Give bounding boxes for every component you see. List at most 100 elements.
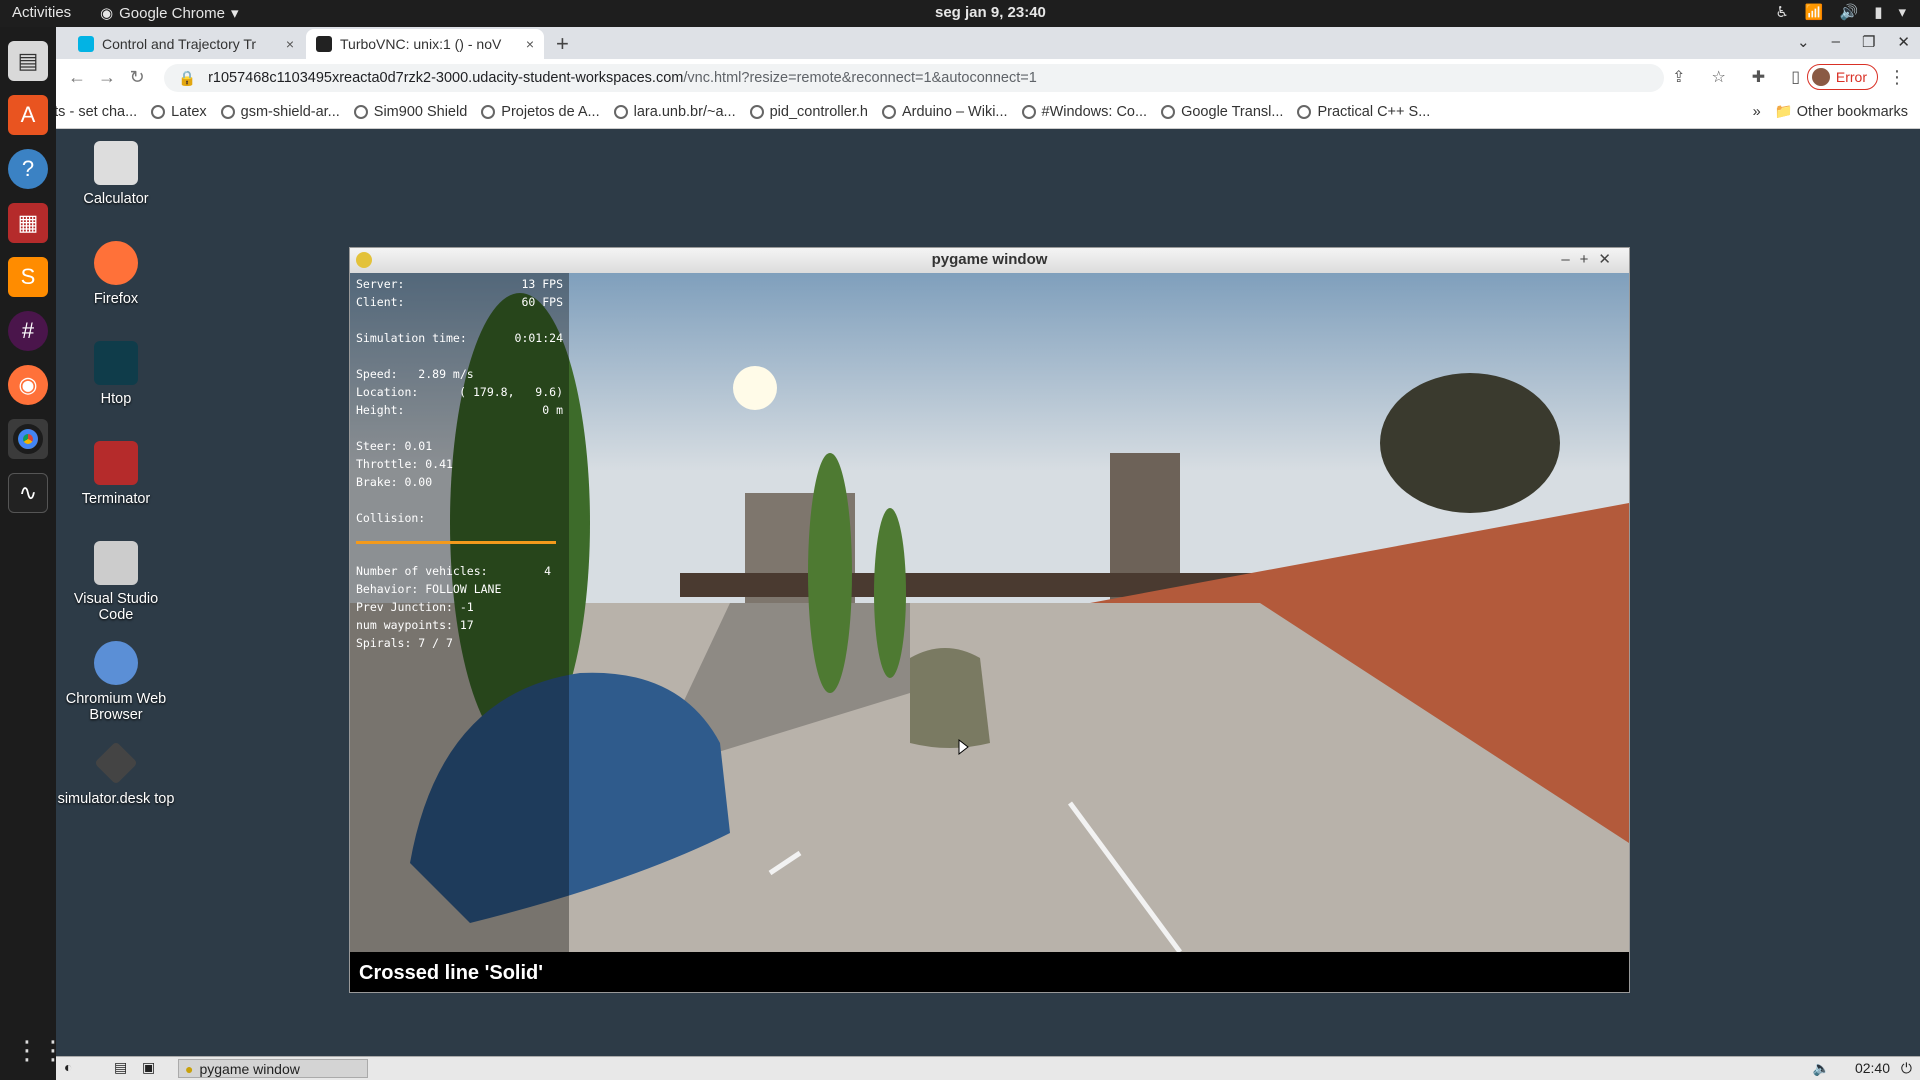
bookmark-icon — [613, 104, 628, 119]
app-menu[interactable]: ◉ Google Chrome ▾ — [100, 4, 239, 23]
behavior: Behavior: FOLLOW LANE — [356, 582, 502, 596]
terminator-icon[interactable]: ▦ — [8, 203, 48, 243]
tab-turbovnc[interactable]: TurboVNC: unix:1 () - noV × — [306, 29, 544, 59]
toolbar: ← → ↻ 🔒 r1057468c1103495xreacta0d7rzk2-30… — [0, 59, 1920, 95]
close-icon[interactable]: × — [526, 36, 534, 52]
server-fps: 13 FPS — [521, 277, 563, 291]
bookmark-item[interactable]: lara.unb.br/~a... — [613, 104, 736, 120]
file-manager-icon[interactable]: ▤ — [114, 1059, 127, 1076]
close-icon[interactable]: × — [286, 36, 294, 52]
desktop-icon-simulator[interactable]: simulator.desk top — [56, 741, 176, 807]
firefox-icon[interactable]: ◉ — [8, 365, 48, 405]
close-icon[interactable]: ✕ — [1897, 33, 1910, 51]
new-tab-button[interactable]: + — [556, 31, 569, 57]
slack-icon[interactable]: # — [8, 311, 48, 351]
desktop-icon-vscode[interactable]: Visual Studio Code — [56, 541, 176, 623]
bookmark-item[interactable]: gsm-shield-ar... — [220, 104, 340, 120]
calculator-icon — [94, 141, 138, 185]
bookmark-icon — [151, 104, 166, 119]
sublime-icon[interactable]: S — [8, 257, 48, 297]
app-menu-label: Google Chrome — [119, 4, 225, 22]
udacity-icon — [78, 36, 94, 52]
volume-icon[interactable]: 🔊 — [1840, 3, 1859, 21]
htop-icon — [94, 341, 138, 385]
extensions-icon[interactable]: ✚ — [1752, 67, 1765, 87]
sun — [733, 366, 777, 410]
desktop-icon-htop[interactable]: Htop — [56, 341, 176, 407]
power-icon[interactable]: ⏻ — [1901, 1060, 1912, 1077]
address-bar[interactable]: 🔒 r1057468c1103495xreacta0d7rzk2-3000.uda… — [164, 64, 1664, 92]
bookmarks-overflow: » 📁 Other bookmarks — [1753, 103, 1908, 121]
lead-vehicle — [910, 648, 990, 748]
start-icon[interactable]: ◐ — [64, 1059, 72, 1075]
gear-icon — [94, 541, 138, 585]
back-icon[interactable]: ← — [62, 67, 92, 88]
chevron-down-icon: ▾ — [230, 5, 239, 22]
share-icon[interactable]: ⇪ — [1672, 67, 1685, 87]
battery-icon[interactable]: ▮ — [1874, 3, 1882, 21]
steer: Steer: 0.01 — [356, 439, 433, 453]
tab-label: TurboVNC: unix:1 () - noV — [340, 36, 502, 52]
help-icon[interactable]: ? — [8, 149, 48, 189]
bookmarks-bar: fonts - set cha... Latex gsm-shield-ar..… — [0, 95, 1920, 129]
location: ( 179.8, 9.6) — [459, 385, 563, 399]
collision-label: Collision: — [356, 511, 426, 525]
desktop-icon[interactable]: ▣ — [142, 1059, 155, 1076]
pygame-window[interactable]: pygame window –+✕ Server: 13 FPS Client: 60… — [349, 247, 1630, 993]
tab-strip: Control and Trajectory Tr × TurboVNC: uni… — [0, 27, 1920, 59]
accessibility-icon[interactable]: ♿ — [1775, 3, 1788, 21]
star-icon[interactable]: ☆ — [1711, 67, 1725, 87]
lock-icon[interactable]: 🔒 — [178, 70, 196, 87]
desktop-icon-terminator[interactable]: Terminator — [56, 441, 176, 507]
volume-icon[interactable]: 🔈 — [1813, 1060, 1830, 1077]
bookmark-item[interactable]: #Windows: Co... — [1021, 104, 1147, 120]
gnome-top-bar: Activities ◉ Google Chrome ▾ seg jan 9, 23… — [0, 0, 1920, 27]
bookmark-item[interactable]: Practical C++ S... — [1297, 104, 1430, 120]
reload-icon[interactable]: ↻ — [122, 67, 152, 88]
files-icon[interactable]: ▤ — [8, 41, 48, 81]
forward-icon[interactable]: → — [92, 67, 122, 88]
bookmark-icon — [220, 104, 235, 119]
simulation-view[interactable]: Server: 13 FPS Client: 60 FPS Simulation t… — [350, 273, 1629, 952]
window-titlebar[interactable]: pygame window –+✕ — [350, 248, 1629, 273]
desktop-icon-chromium[interactable]: Chromium Web Browser — [56, 641, 176, 723]
chrome-icon[interactable] — [8, 419, 48, 459]
activities-button[interactable]: Activities — [12, 4, 71, 21]
side-panel-icon[interactable]: ▯ — [1791, 67, 1800, 87]
bookmark-icon — [1297, 104, 1312, 119]
minimize-icon[interactable]: – — [1832, 33, 1840, 51]
restore-icon[interactable]: ❐ — [1862, 33, 1875, 51]
chevron-down-icon[interactable]: ▾ — [1898, 3, 1906, 21]
other-bookmarks[interactable]: 📁 Other bookmarks — [1775, 103, 1908, 120]
menu-icon[interactable]: ⋮ — [1888, 67, 1906, 88]
spirals: Spirals: 7 / 7 — [356, 636, 453, 650]
avatar — [1811, 68, 1830, 86]
bookmark-item[interactable]: pid_controller.h — [749, 104, 868, 120]
bookmark-item[interactable]: Latex — [151, 104, 207, 120]
notification-bar: Crossed line 'Solid' — [350, 952, 1629, 992]
software-center-icon[interactable]: A — [8, 95, 48, 135]
wifi-icon[interactable]: 📶 — [1805, 3, 1824, 21]
vnc-taskbar: ◐ ▤ ▣ ● pygame window 🔈 02:40 ⏻ — [56, 1056, 1920, 1080]
speed: Speed: 2.89 m/s — [356, 367, 474, 381]
bookmark-item[interactable]: Sim900 Shield — [353, 104, 467, 120]
bookmark-item[interactable]: Projetos de A... — [481, 104, 600, 120]
desktop-icon-calculator[interactable]: Calculator — [56, 141, 176, 207]
chevron-right-icon[interactable]: » — [1753, 104, 1761, 120]
tree — [874, 508, 906, 678]
simulation-time: 0:01:24 — [514, 331, 563, 345]
window-controls[interactable]: –+✕ — [1561, 248, 1621, 272]
bookmark-item[interactable]: Arduino – Wiki... — [881, 104, 1008, 120]
bookmark-item[interactable]: Google Transl... — [1161, 104, 1283, 120]
desktop-icon-firefox[interactable]: Firefox — [56, 241, 176, 307]
taskbar-item-pygame[interactable]: ● pygame window — [178, 1059, 368, 1078]
window-controls: ⌄ – ❐ ✕ — [1797, 33, 1910, 51]
tab-search-icon[interactable]: ⌄ — [1797, 33, 1810, 51]
clock[interactable]: seg jan 9, 23:40 — [935, 4, 1046, 21]
taskbar-clock[interactable]: 02:40 — [1855, 1060, 1890, 1076]
system-tray[interactable]: ♿ 📶 🔊 ▮ ▾ — [1775, 3, 1906, 21]
tab-control-trajectory[interactable]: Control and Trajectory Tr × — [68, 29, 304, 59]
url-path: /vnc.html?resize=remote&reconnect=1&auto… — [683, 70, 1037, 86]
system-monitor-icon[interactable]: ∿ — [8, 473, 48, 513]
profile-button[interactable]: Error — [1806, 64, 1878, 90]
